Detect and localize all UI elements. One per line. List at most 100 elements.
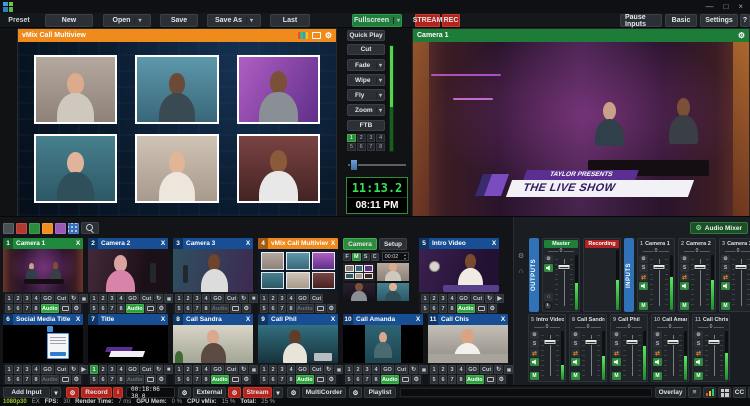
multiview-slot-button[interactable]: 6 bbox=[184, 375, 192, 384]
input-panel-camera1[interactable]: 1 Camera 1 X 1 2 3 bbox=[3, 238, 83, 315]
pan-slider[interactable]: 0 bbox=[698, 324, 724, 331]
mute-button[interactable]: M bbox=[653, 372, 662, 380]
audio-mixer-button[interactable]: ⚙ Audio Mixer bbox=[690, 222, 748, 234]
input-panel-call-multiview[interactable]: 4 vMix Call Multiview X bbox=[258, 238, 338, 315]
pan-slider[interactable]: 0 bbox=[657, 324, 683, 331]
monitor-icon[interactable] bbox=[485, 375, 496, 384]
multiview-slot-button[interactable]: 5 bbox=[175, 304, 183, 313]
gear-icon[interactable]: ⚙ bbox=[680, 255, 689, 263]
pan-slider[interactable]: 0 bbox=[575, 324, 601, 331]
go-button[interactable]: GO bbox=[211, 294, 224, 303]
audio-button[interactable]: Audio bbox=[296, 375, 314, 384]
stream-indicator[interactable]: STREAM bbox=[415, 14, 440, 27]
multiview-slot-button[interactable]: 4 bbox=[372, 365, 380, 374]
close-button[interactable]: × bbox=[738, 0, 743, 13]
loop-icon[interactable]: ↻ bbox=[69, 294, 78, 303]
multiview-slot-button[interactable]: 4 bbox=[117, 294, 125, 303]
multiview-slot-button[interactable]: 3 bbox=[23, 294, 31, 303]
input-close-button[interactable]: X bbox=[73, 240, 83, 247]
pause-icon[interactable]: ▮▮ bbox=[164, 294, 173, 303]
input-close-button[interactable]: X bbox=[158, 316, 168, 323]
multiview-slot-button[interactable]: 7 bbox=[108, 304, 116, 313]
multiview-slot-button[interactable]: 4 bbox=[202, 294, 210, 303]
mute-button[interactable]: M bbox=[639, 302, 648, 310]
input-close-button[interactable]: X bbox=[489, 240, 499, 247]
multiview-slot-button[interactable]: 2 bbox=[269, 365, 277, 374]
call-thumb-participant[interactable] bbox=[377, 283, 409, 301]
stream-settings-gear-icon[interactable]: ⚙ bbox=[228, 387, 241, 398]
multiview-slot-button[interactable]: 1 bbox=[421, 294, 429, 303]
multiview-slot-button[interactable]: 7 bbox=[193, 375, 201, 384]
multiview-slot-button[interactable]: 3 bbox=[108, 294, 116, 303]
multiview-slot-button[interactable]: 2 bbox=[14, 294, 22, 303]
multiview-slot-button[interactable]: 3 bbox=[363, 365, 371, 374]
multiview-slot-button[interactable]: 4 bbox=[32, 365, 40, 374]
add-input-dropdown[interactable]: ▾ bbox=[51, 387, 61, 398]
cut-button[interactable]: Cut bbox=[225, 294, 238, 303]
multiview-slot-button[interactable]: 6 bbox=[269, 304, 277, 313]
overlay-1-active-button[interactable]: 1 bbox=[90, 365, 98, 374]
gear-icon[interactable]: ⚙ bbox=[488, 304, 497, 313]
input-thumbnail[interactable] bbox=[173, 325, 253, 363]
multiview-slot-button[interactable]: 8 bbox=[32, 304, 40, 313]
multiview-slot-button[interactable]: 1 bbox=[5, 365, 13, 374]
gear-icon[interactable]: ⚙ bbox=[325, 32, 332, 40]
multiview-slot-button[interactable]: 8 bbox=[287, 304, 295, 313]
input-panel-call-chis[interactable]: 11 Call Chis X 1 2 3 4 bbox=[428, 314, 508, 386]
input-panel-call-amanda[interactable]: 10 Call Amanda X 1 2 3 4 bbox=[343, 314, 423, 386]
stream-dropdown[interactable]: ▾ bbox=[273, 387, 283, 398]
input-title-bar[interactable]: 7 Title X bbox=[88, 314, 168, 325]
save-button[interactable]: Save bbox=[160, 14, 198, 27]
basic-button[interactable]: Basic bbox=[665, 14, 697, 27]
input-title-bar[interactable]: 8 Call Sandra X bbox=[173, 314, 253, 325]
gear-icon[interactable]: ⚙ bbox=[694, 331, 703, 339]
multiview-grid-icon[interactable] bbox=[718, 387, 731, 398]
solo-button[interactable]: S bbox=[694, 340, 703, 348]
input-thumbnail[interactable] bbox=[88, 249, 168, 292]
input-title-bar[interactable]: 2 Camera 2 X bbox=[88, 238, 168, 249]
chevron-down-icon[interactable]: ▾ bbox=[376, 62, 384, 69]
input-close-button[interactable]: X bbox=[328, 316, 338, 323]
solo-button[interactable]: S bbox=[721, 264, 730, 272]
input-panel-camera2[interactable]: 2 Camera 2 X 1 2 3 4 bbox=[88, 238, 168, 315]
multiview-slot-button[interactable]: 6 bbox=[14, 304, 22, 313]
monitor-icon[interactable] bbox=[315, 375, 326, 384]
chevron-down-icon[interactable]: ▾ bbox=[376, 77, 384, 84]
multiview-slot-button[interactable]: 3 bbox=[108, 365, 116, 374]
multiview-slot-button[interactable]: 6 bbox=[99, 304, 107, 313]
transition-fly-button[interactable]: Fly▾ bbox=[347, 89, 385, 101]
multiview-slot-button[interactable]: 6 bbox=[430, 304, 438, 313]
mute-button[interactable]: M bbox=[721, 302, 730, 310]
multicorder-button[interactable]: MultiCorder bbox=[302, 387, 346, 398]
bus-transfer-icon[interactable]: ⇄ bbox=[530, 349, 539, 357]
multiview-slot-button[interactable]: 6 bbox=[269, 375, 277, 384]
multiview-slot-button[interactable]: 7 bbox=[278, 375, 286, 384]
audio-button[interactable]: Audio bbox=[457, 304, 475, 313]
filter-color-green[interactable] bbox=[29, 223, 40, 234]
cut-button[interactable]: Cut bbox=[480, 365, 493, 374]
monitor-icon[interactable] bbox=[230, 375, 241, 384]
loop-icon[interactable]: ↻ bbox=[239, 365, 248, 374]
gear-icon[interactable]: ⚙ bbox=[518, 252, 524, 260]
program-monitor[interactable]: TAYLOR PRESENTS THE LIVE SHOW bbox=[413, 42, 749, 216]
audio-button[interactable]: Audio bbox=[211, 304, 229, 313]
input-thumbnail[interactable] bbox=[258, 325, 338, 363]
multiview-slot-button[interactable]: 4 bbox=[117, 365, 125, 374]
call-thumb-multiview[interactable] bbox=[343, 263, 375, 281]
volume-fader[interactable] bbox=[581, 333, 601, 378]
mute-button[interactable]: M bbox=[612, 372, 621, 380]
monitor-icon[interactable] bbox=[312, 32, 321, 39]
pause-icon[interactable]: ▮▮ bbox=[79, 294, 88, 303]
ftb-button[interactable]: FTB bbox=[347, 120, 385, 131]
input-close-button[interactable]: X bbox=[328, 240, 338, 247]
multiview-slot-button[interactable]: 4 bbox=[32, 294, 40, 303]
speaker-icon[interactable] bbox=[571, 358, 580, 366]
multiview-slot-button[interactable]: 3 bbox=[448, 365, 456, 374]
input-close-button[interactable]: X bbox=[158, 240, 168, 247]
inputs-tab[interactable]: INPUTS bbox=[624, 238, 634, 312]
loop-icon[interactable]: ↻ bbox=[239, 294, 248, 303]
pause-icon[interactable]: ▮▮ bbox=[504, 365, 513, 374]
stinger-6-button[interactable]: 6 bbox=[357, 143, 366, 151]
rec-indicator[interactable]: REC bbox=[442, 14, 460, 27]
multiview-slot-button[interactable]: 4 bbox=[448, 294, 456, 303]
